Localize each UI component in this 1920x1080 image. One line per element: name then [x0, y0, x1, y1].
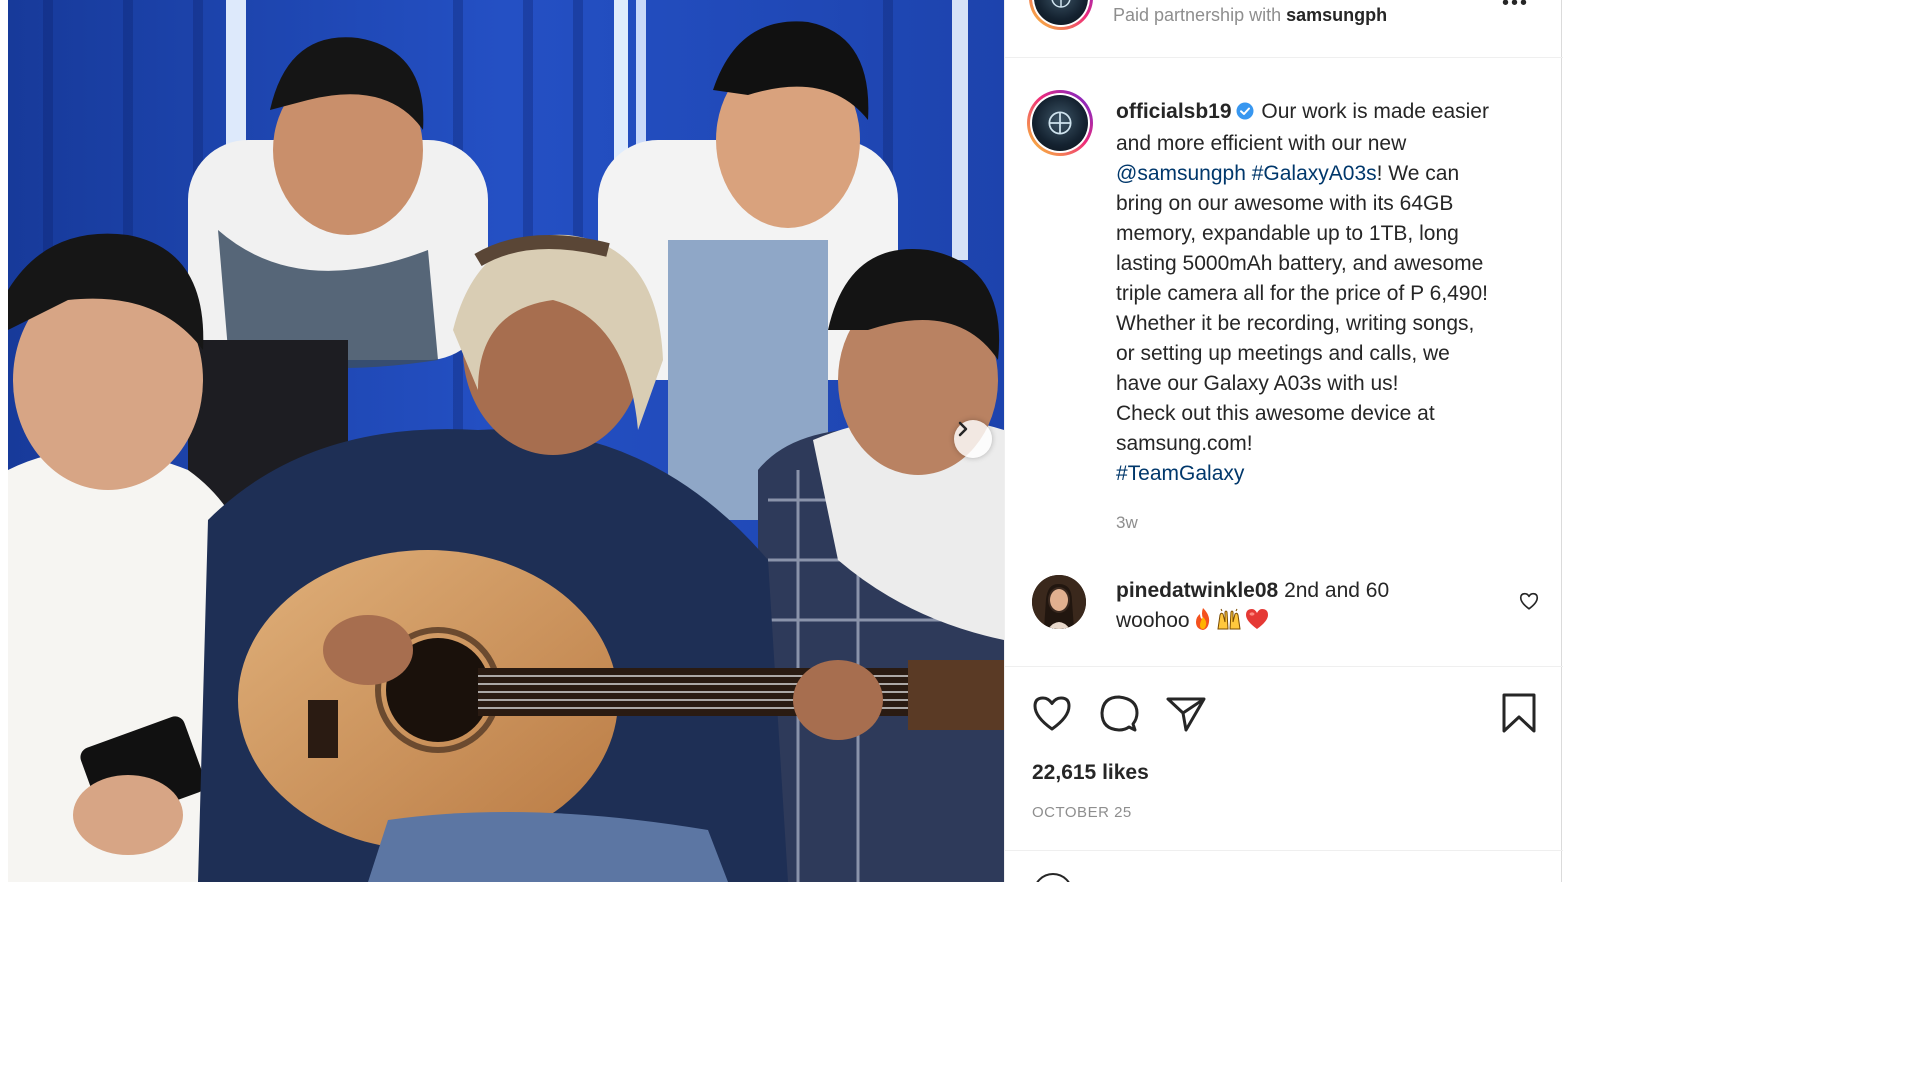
share-icon — [1166, 697, 1206, 732]
post-side-panel: Paid partnership with samsungph ••• offi… — [1004, 0, 1563, 882]
caption-username[interactable]: officialsb19 — [1116, 100, 1232, 123]
caption-text: lasting 5000mAh battery, and awesome — [1116, 252, 1484, 275]
caption-text: and more efficient with our new — [1116, 132, 1407, 155]
post-actions: 22,615 likes OCTOBER 25 — [1005, 666, 1563, 850]
comment-item: pinedatwinkle08 2nd and 60 woohoo — [1116, 576, 1516, 636]
partner-link[interactable]: samsungph — [1286, 5, 1387, 25]
more-options-icon[interactable]: ••• — [1502, 0, 1529, 15]
add-comment-bar — [1005, 850, 1563, 882]
caption-text: Our work is made easier — [1261, 100, 1489, 123]
mention-link[interactable]: @samsungph — [1116, 162, 1246, 185]
hashtag-link[interactable]: #GalaxyA03s — [1252, 162, 1377, 185]
paid-partnership-prefix: Paid partnership with — [1113, 5, 1282, 25]
caption-text: have our Galaxy A03s with us! — [1116, 372, 1399, 395]
caption-text: memory, expandable up to 1TB, long — [1116, 222, 1459, 245]
chevron-right-icon — [958, 421, 968, 437]
caption-text: or setting up meetings and calls, we — [1116, 342, 1450, 365]
sb19-logo-icon — [1048, 111, 1072, 135]
post-header: Paid partnership with samsungph ••• — [1005, 0, 1563, 58]
post-photo[interactable] — [8, 0, 1004, 882]
verified-badge-icon — [1236, 99, 1254, 129]
save-button[interactable] — [1497, 691, 1541, 735]
red-heart-emoji-icon — [1245, 609, 1268, 629]
sb19-logo-icon — [1051, 0, 1071, 8]
comment-button[interactable] — [1097, 691, 1141, 735]
commenter-avatar[interactable] — [1032, 575, 1086, 629]
author-avatar[interactable] — [1029, 0, 1093, 30]
next-photo-button[interactable] — [954, 420, 992, 458]
commenter-photo — [1032, 575, 1086, 629]
photo-illustration — [8, 0, 1004, 882]
fire-emoji-icon — [1195, 608, 1209, 630]
caption-text: bring on our awesome with its 64GB — [1116, 192, 1454, 215]
instagram-post-view: Paid partnership with samsungph ••• offi… — [0, 0, 1568, 882]
heart-outline-icon — [1519, 592, 1539, 610]
like-button[interactable] — [1030, 691, 1074, 735]
bookmark-icon — [1502, 693, 1536, 733]
comment-icon — [1100, 695, 1139, 732]
post-caption: officialsb19 Our work is made easier and… — [1116, 97, 1541, 489]
raising-hands-emoji-icon — [1216, 608, 1241, 630]
caption-text: samsung.com! — [1116, 432, 1253, 455]
caption-text: Whether it be recording, writing songs, — [1116, 312, 1475, 335]
share-button[interactable] — [1164, 691, 1208, 735]
post-date[interactable]: OCTOBER 25 — [1032, 804, 1132, 821]
comment-text: woohoo — [1116, 609, 1190, 632]
emoji-picker-icon[interactable] — [1033, 873, 1073, 882]
comment-text: 2nd and 60 — [1284, 579, 1390, 602]
heart-icon — [1033, 696, 1071, 731]
caption-text: ! We can — [1376, 162, 1460, 185]
caption-text: Check out this awesome device at — [1116, 402, 1435, 425]
likes-count[interactable]: 22,615 likes — [1032, 761, 1149, 785]
comment-like-button[interactable] — [1518, 590, 1540, 612]
caption-author-avatar[interactable] — [1027, 90, 1093, 156]
paid-partnership-label: Paid partnership with samsungph — [1113, 5, 1387, 26]
caption-text: triple camera all for the price of P 6,4… — [1116, 282, 1488, 305]
caption-timestamp[interactable]: 3w — [1116, 513, 1138, 533]
hashtag-link[interactable]: #TeamGalaxy — [1116, 459, 1541, 489]
comment-username[interactable]: pinedatwinkle08 — [1116, 579, 1278, 602]
